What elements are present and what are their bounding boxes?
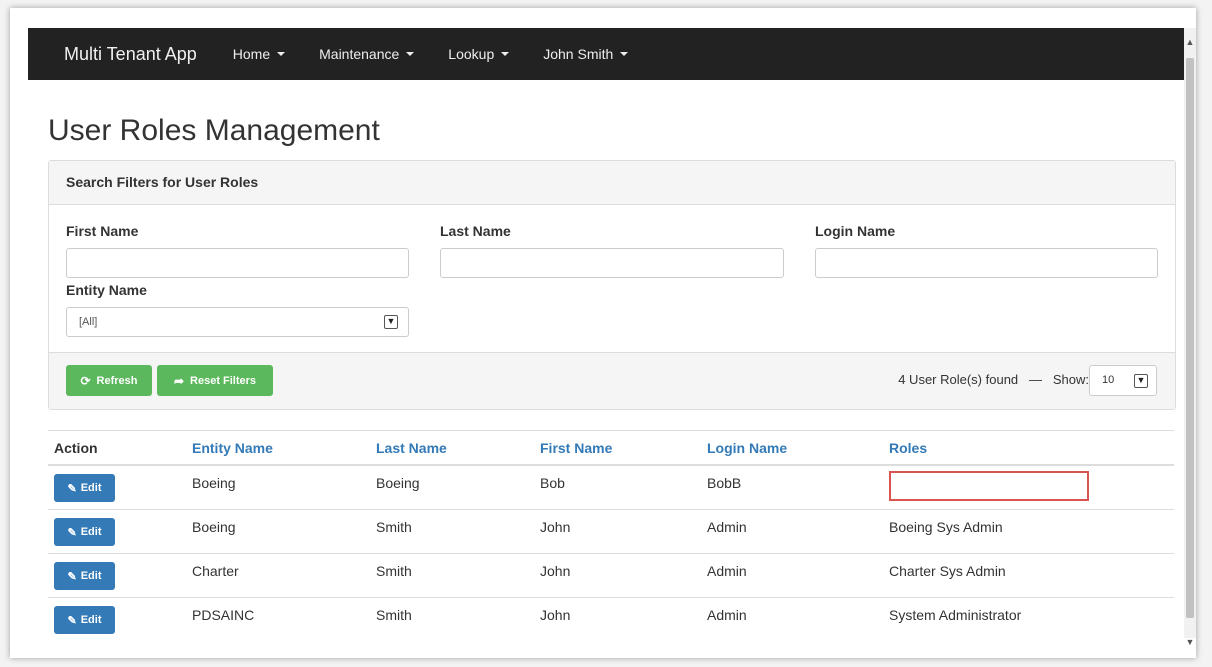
cell-login-name: Admin: [707, 607, 747, 623]
table-row: ✎ Edit Boeing Boeing Bob BobB: [48, 464, 1174, 510]
edit-label: Edit: [80, 482, 102, 494]
cell-entity-name: PDSAINC: [192, 607, 255, 623]
edit-icon: ✎: [67, 614, 77, 627]
nav-home[interactable]: Home: [232, 46, 286, 62]
last-name-label: Last Name: [440, 223, 511, 239]
cell-login-name: Admin: [707, 519, 747, 535]
header-login-name[interactable]: Login Name: [707, 430, 889, 466]
page-size-value: 10: [1102, 374, 1115, 386]
reset-filters-button[interactable]: ➦ Reset Filters: [157, 365, 273, 396]
show-label: Show:: [1052, 372, 1089, 387]
refresh-icon: ⟳: [80, 373, 91, 388]
login-name-label: Login Name: [815, 223, 896, 239]
cell-first-name: John: [540, 563, 571, 579]
scroll-down-icon[interactable]: ▼: [1184, 636, 1196, 648]
cell-roles: System Administrator: [889, 607, 1022, 623]
edit-icon: ✎: [67, 482, 77, 495]
roles-highlight-box: [889, 471, 1089, 501]
entity-name-label: Entity Name: [66, 282, 147, 298]
cell-last-name: Smith: [376, 563, 412, 579]
chevron-down-icon: ▼: [384, 315, 398, 329]
reset-filters-label: Reset Filters: [190, 374, 257, 387]
header-roles[interactable]: Roles: [889, 430, 1174, 466]
nav-maintenance-label: Maintenance: [319, 46, 400, 62]
cell-last-name: Boeing: [376, 475, 420, 491]
nav-user-label: John Smith: [543, 46, 614, 62]
browser-frame: ▲ ▼ Multi Tenant App Home Maintenance Lo…: [10, 8, 1196, 658]
nav-home-label: Home: [232, 46, 271, 62]
table-header-row: Action Entity Name Last Name First Name …: [48, 430, 1174, 466]
entity-name-select[interactable]: [All] ▼: [66, 307, 409, 337]
cell-login-name: Admin: [707, 563, 747, 579]
table-row: ✎ Edit Boeing Smith John Admin Boeing Sys…: [48, 509, 1174, 554]
entity-name-selected: [All]: [79, 316, 98, 328]
vertical-scrollbar[interactable]: ▲ ▼: [1184, 28, 1196, 647]
cell-roles: Boeing Sys Admin: [889, 519, 1003, 535]
scroll-up-icon[interactable]: ▲: [1184, 36, 1196, 48]
user-roles-table: Action Entity Name Last Name First Name …: [48, 430, 1174, 641]
nav-user-menu[interactable]: John Smith: [543, 46, 629, 62]
search-filters-panel: Search Filters for User Roles First Name…: [48, 160, 1176, 410]
first-name-input[interactable]: [66, 248, 409, 278]
refresh-label: Refresh: [96, 374, 138, 387]
cell-last-name: Smith: [376, 519, 412, 535]
cell-roles: Charter Sys Admin: [889, 563, 1006, 579]
separator-dash: —: [1029, 372, 1043, 387]
edit-button[interactable]: ✎ Edit: [54, 518, 115, 546]
caret-down-icon: [406, 52, 415, 56]
refresh-button[interactable]: ⟳ Refresh: [66, 365, 152, 396]
edit-icon: ✎: [67, 526, 77, 539]
edit-icon: ✎: [67, 570, 77, 583]
cell-first-name: Bob: [540, 475, 565, 491]
caret-down-icon: [501, 52, 510, 56]
nav-lookup-label: Lookup: [448, 46, 495, 62]
edit-label: Edit: [80, 614, 102, 626]
cell-first-name: John: [540, 607, 571, 623]
edit-button[interactable]: ✎ Edit: [54, 562, 115, 590]
edit-button[interactable]: ✎ Edit: [54, 474, 115, 502]
chevron-down-icon: ▼: [1134, 374, 1148, 388]
caret-down-icon: [277, 52, 286, 56]
top-navbar: Multi Tenant App Home Maintenance Lookup…: [28, 28, 1184, 80]
cell-last-name: Smith: [376, 607, 412, 623]
header-last-name[interactable]: Last Name: [376, 430, 540, 466]
edit-label: Edit: [80, 526, 102, 538]
panel-footer: ⟳ Refresh ➦ Reset Filters 4 User Role(s)…: [49, 352, 1175, 409]
cell-entity-name: Boeing: [192, 475, 236, 491]
panel-heading: Search Filters for User Roles: [49, 161, 1175, 205]
header-action: Action: [48, 430, 192, 466]
edit-label: Edit: [80, 570, 102, 582]
cell-first-name: John: [540, 519, 571, 535]
cell-login-name: BobB: [707, 475, 742, 491]
found-count-text: 4 User Role(s) found: [898, 372, 1019, 387]
page-title: User Roles Management: [48, 114, 380, 147]
header-first-name[interactable]: First Name: [540, 430, 707, 466]
login-name-input[interactable]: [815, 248, 1158, 278]
nav-lookup[interactable]: Lookup: [448, 46, 510, 62]
page-size-select[interactable]: 10 ▼: [1089, 365, 1157, 396]
results-summary: 4 User Role(s) found — Show:: [898, 372, 1089, 387]
share-arrow-icon: ➦: [173, 373, 185, 388]
table-row: ✎ Edit PDSAINC Smith John Admin System Ad…: [48, 597, 1174, 641]
cell-entity-name: Boeing: [192, 519, 236, 535]
header-entity-name[interactable]: Entity Name: [192, 430, 376, 466]
table-row: ✎ Edit Charter Smith John Admin Charter S…: [48, 553, 1174, 598]
edit-button[interactable]: ✎ Edit: [54, 606, 115, 634]
cell-entity-name: Charter: [192, 563, 239, 579]
brand-link[interactable]: Multi Tenant App: [64, 44, 197, 65]
first-name-label: First Name: [66, 223, 139, 239]
scroll-thumb[interactable]: [1186, 58, 1194, 618]
last-name-input[interactable]: [440, 248, 784, 278]
caret-down-icon: [620, 52, 629, 56]
nav-maintenance[interactable]: Maintenance: [319, 46, 415, 62]
